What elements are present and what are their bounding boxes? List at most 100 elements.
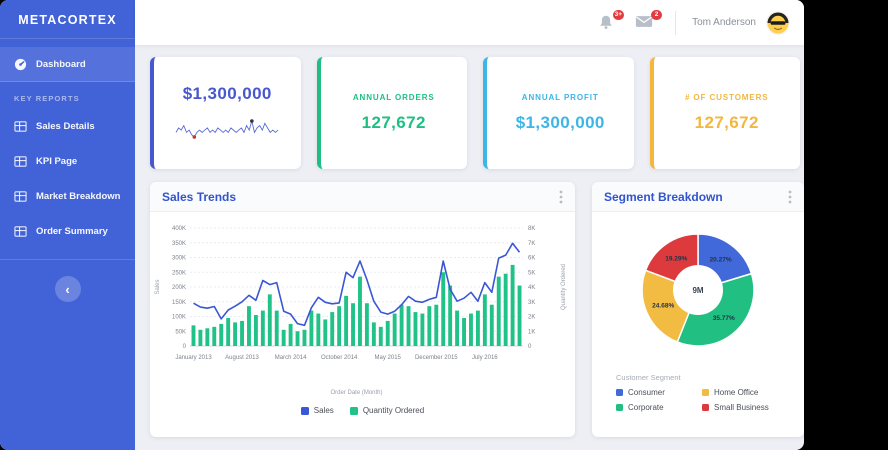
svg-text:5K: 5K: [528, 270, 535, 276]
legend-item-quantity[interactable]: Quantity Ordered: [350, 406, 424, 415]
quantity-bars[interactable]: [192, 265, 522, 346]
bar: [330, 312, 334, 346]
bar: [268, 294, 272, 346]
svg-text:400K: 400K: [172, 226, 186, 232]
legend-swatch: [616, 389, 623, 396]
sparkline-path: [176, 121, 278, 137]
card-header: Sales Trends: [150, 182, 575, 212]
bar: [400, 305, 404, 346]
sidebar: METACORTEX Dashboard KEY REPORTS Sales D…: [0, 0, 135, 450]
legend-item-small-business[interactable]: Small Business: [702, 403, 804, 412]
svg-text:December 2015: December 2015: [415, 355, 458, 361]
brand-logo: METACORTEX: [0, 0, 135, 39]
legend-item-home-office[interactable]: Home Office: [702, 388, 804, 397]
kpi-label: ANNUAL PROFIT: [522, 93, 599, 102]
sparkline-min-dot: [193, 135, 197, 139]
kebab-menu-icon[interactable]: [559, 190, 563, 204]
table-icon: [14, 155, 27, 168]
bar: [205, 328, 209, 346]
legend-item-sales[interactable]: Sales: [301, 406, 334, 415]
kpi-card-row: $1,300,000 ANNUAL ORDERS 127,672 ANNUAL …: [150, 57, 800, 169]
bar: [511, 265, 515, 346]
kebab-menu-icon[interactable]: [788, 190, 792, 204]
sidebar-section-label: KEY REPORTS: [0, 82, 135, 109]
kpi-value: 127,672: [695, 113, 759, 133]
bar: [226, 318, 230, 346]
segment-breakdown-card: Segment Breakdown 20.27%35.77%24.68%19.2…: [592, 182, 804, 437]
legend-label: Home Office: [714, 388, 758, 397]
sidebar-item-kpi-page[interactable]: KPI Page: [0, 144, 135, 179]
bar: [434, 305, 438, 346]
avatar-icon: [766, 11, 790, 35]
sidebar-item-label: KPI Page: [36, 156, 77, 167]
sidebar-item-order-summary[interactable]: Order Summary: [0, 214, 135, 249]
legend-item-corporate[interactable]: Corporate: [616, 403, 702, 412]
sidebar-item-label: Dashboard: [36, 59, 86, 70]
kpi-card-annual-orders: ANNUAL ORDERS 127,672: [317, 57, 468, 169]
bar: [518, 286, 522, 346]
svg-text:150K: 150K: [172, 300, 186, 306]
legend-swatch: [616, 404, 623, 411]
svg-text:100K: 100K: [172, 315, 186, 321]
bar: [407, 306, 411, 346]
sidebar-item-dashboard[interactable]: Dashboard: [0, 47, 135, 82]
bar: [303, 330, 307, 346]
legend-label: Consumer: [628, 388, 665, 397]
bar: [497, 277, 501, 346]
segment-chart-body: 20.27%35.77%24.68%19.29%9M Customer Segm…: [592, 212, 804, 412]
bar: [455, 311, 459, 346]
legend-swatch: [702, 404, 709, 411]
sales-trends-card: Sales Trends 0050K1K100K2K150K3K200K4K25…: [150, 182, 575, 437]
legend-swatch: [702, 389, 709, 396]
svg-text:250K: 250K: [172, 270, 186, 276]
kpi-card-sales: $1,300,000: [150, 57, 301, 169]
messages-button[interactable]: 2: [635, 14, 655, 32]
table-icon: [14, 190, 27, 203]
notifications-button[interactable]: 3+: [597, 14, 617, 32]
legend-item-consumer[interactable]: Consumer: [616, 388, 702, 397]
card-header: Segment Breakdown: [592, 182, 804, 212]
svg-text:0: 0: [183, 344, 187, 350]
notification-badge: 3+: [613, 10, 624, 20]
bar: [476, 311, 480, 346]
sidebar-item-market-breakdown[interactable]: Market Breakdown: [0, 179, 135, 214]
sales-line[interactable]: [194, 243, 520, 325]
sidebar-item-label: Market Breakdown: [36, 191, 120, 202]
bar: [379, 327, 383, 346]
bar: [462, 318, 466, 346]
sidebar-collapse-button[interactable]: ‹: [55, 276, 81, 302]
user-avatar[interactable]: [766, 11, 790, 35]
svg-text:October 2014: October 2014: [321, 355, 358, 361]
bar: [275, 311, 279, 346]
svg-text:300K: 300K: [172, 256, 186, 262]
segment-donut-chart: 20.27%35.77%24.68%19.29%9M: [592, 216, 804, 364]
bar: [344, 296, 348, 346]
bar: [372, 322, 376, 346]
svg-text:4K: 4K: [528, 285, 535, 291]
svg-text:July 2016: July 2016: [472, 355, 498, 361]
top-header: 3+ 2 Tom Anderson: [135, 0, 804, 45]
message-badge: 2: [651, 10, 662, 20]
bar: [282, 330, 286, 346]
kpi-card-customers: # OF CUSTOMERS 127,672: [650, 57, 801, 169]
sparkline-max-dot: [250, 119, 254, 123]
kpi-value: $1,300,000: [183, 84, 272, 104]
trends-chart-body: 0050K1K100K2K150K3K200K4K250K5K300K6K350…: [150, 212, 575, 415]
bar: [219, 324, 223, 346]
bar: [351, 303, 355, 346]
slice-percent-label: 35.77%: [713, 315, 735, 322]
legend-label: Corporate: [628, 403, 664, 412]
bar: [212, 327, 216, 346]
bar: [420, 314, 424, 346]
svg-text:May 2015: May 2015: [375, 355, 402, 361]
bar: [198, 330, 202, 346]
kpi-label: ANNUAL ORDERS: [353, 93, 435, 102]
dashboard-gauge-icon: [14, 58, 27, 71]
bar: [323, 319, 327, 346]
sidebar-item-sales-details[interactable]: Sales Details: [0, 109, 135, 144]
bar: [490, 305, 494, 346]
legend-swatch-sales: [301, 407, 309, 415]
svg-text:6K: 6K: [528, 256, 535, 262]
bar: [289, 324, 293, 346]
sidebar-divider: [0, 259, 135, 260]
